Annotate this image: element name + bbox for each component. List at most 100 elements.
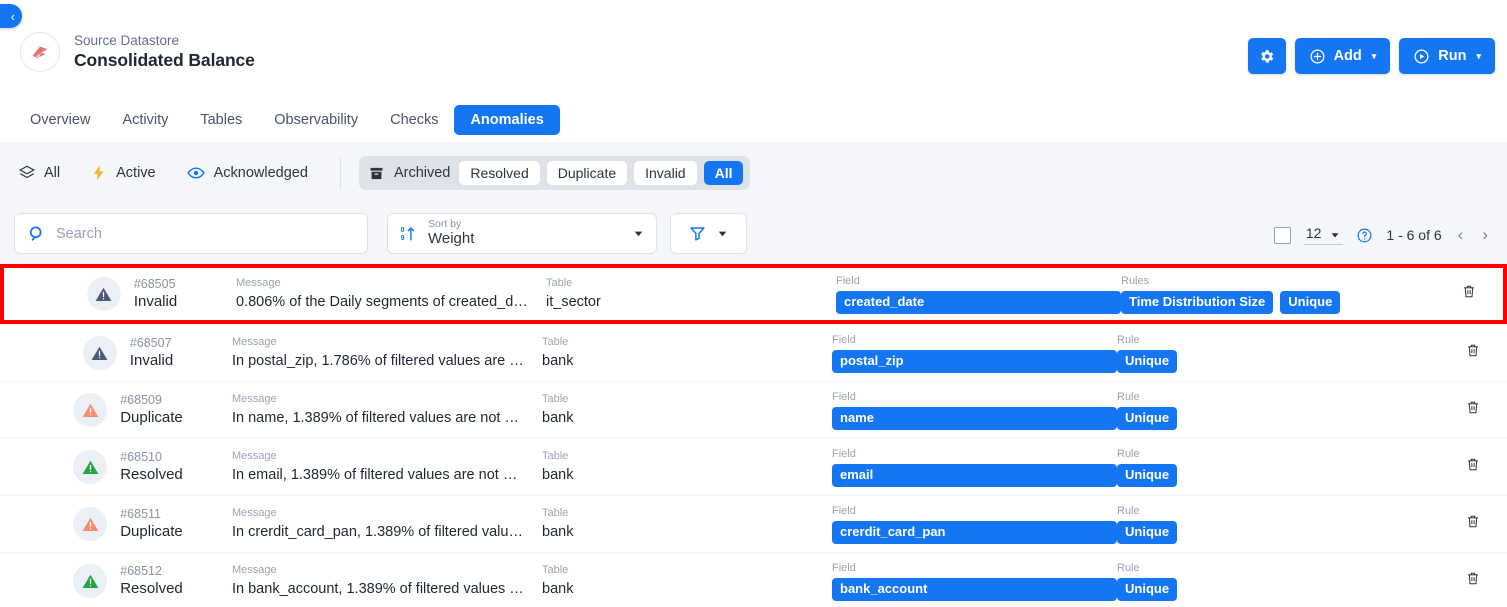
column-label-rule: Rule <box>1117 447 1140 460</box>
field-chip[interactable]: postal_zip <box>832 350 1117 373</box>
status-icon-wrapper <box>86 277 121 311</box>
column-label-rule: Rule <box>1117 333 1140 346</box>
trash-icon <box>1468 344 1478 357</box>
anomaly-status: Duplicate <box>120 409 183 427</box>
tab-tables[interactable]: Tables <box>184 105 258 135</box>
trash-icon <box>1468 458 1478 471</box>
row-message: Message In postal_zip, 1.786% of filtere… <box>232 336 542 370</box>
segment-all[interactable]: All <box>703 161 744 185</box>
anomalies-page: ‹ Source Datastore Consolidated Balance <box>0 0 1507 607</box>
delete-row-button[interactable] <box>1465 343 1481 364</box>
rule-chip[interactable]: Unique <box>1117 464 1178 487</box>
segment-invalid[interactable]: Invalid <box>634 161 697 185</box>
segment-duplicate[interactable]: Duplicate <box>546 161 628 185</box>
message-value: 0.806% of the Daily segments of created_… <box>236 293 528 310</box>
row-status: #68511 Duplicate <box>0 506 232 542</box>
tab-checks[interactable]: Checks <box>374 105 454 135</box>
row-status: #68505 Invalid <box>4 276 236 312</box>
table-row[interactable]: #68507 Invalid Message In postal_zip, 1.… <box>0 325 1507 382</box>
table-row[interactable]: #68510 Resolved Message In email, 1.389%… <box>0 439 1507 496</box>
column-label-field: Field <box>836 274 860 287</box>
anomaly-status: Resolved <box>120 580 183 598</box>
column-label-table: Table <box>542 563 569 576</box>
anomaly-status: Invalid <box>133 293 178 311</box>
row-field: Field crerdit_card_pan <box>832 505 1117 544</box>
row-status: #68509 Duplicate <box>0 392 232 428</box>
anomaly-id: #68509 <box>120 393 162 408</box>
pagination: 12 1 - 6 of 6 ‹ › <box>1273 225 1491 245</box>
tab-observability[interactable]: Observability <box>258 105 374 135</box>
pagination-range: 1 - 6 of 6 <box>1386 227 1442 243</box>
column-label-field: Field <box>832 504 856 517</box>
delete-row-button[interactable] <box>1465 514 1481 535</box>
row-rules: Rule Unique <box>1117 448 1507 487</box>
primary-tabs: Overview Activity Tables Observability C… <box>0 98 560 142</box>
chevron-down-icon: ▾ <box>1371 50 1377 61</box>
row-status: #68512 Resolved <box>0 563 232 599</box>
rule-chip[interactable]: Time Distribution Size <box>1121 291 1274 314</box>
quick-filter-acknowledged[interactable]: Acknowledged <box>186 163 308 183</box>
tab-overview[interactable]: Overview <box>14 105 106 135</box>
tab-anomalies[interactable]: Anomalies <box>454 105 560 135</box>
rule-chip[interactable]: Unique <box>1117 578 1178 601</box>
chevron-down-icon: ▾ <box>1476 50 1481 61</box>
column-label-message: Message <box>232 392 277 405</box>
column-label-field: Field <box>832 333 856 346</box>
row-status: #68507 Invalid <box>0 335 232 371</box>
column-label-rule: Rule <box>1117 504 1140 517</box>
row-message: Message 0.806% of the Daily segments of … <box>236 277 546 311</box>
field-chip[interactable]: bank_account <box>832 578 1117 601</box>
quick-filter-all[interactable]: All <box>18 164 60 182</box>
quick-filter-active[interactable]: Active <box>90 164 156 182</box>
rule-chip[interactable]: Unique <box>1117 521 1178 544</box>
sort-by-select[interactable]: 0 9 Sort by Weight <box>387 213 657 254</box>
sort-by-value: Weight <box>428 229 475 247</box>
tab-activity[interactable]: Activity <box>106 105 184 135</box>
delete-row-button[interactable] <box>1465 400 1481 421</box>
select-all-checkbox[interactable] <box>1273 226 1291 244</box>
search-input[interactable] <box>56 225 336 242</box>
delete-row-button[interactable] <box>1461 284 1477 305</box>
field-chip[interactable]: created_date <box>836 291 1121 314</box>
field-chip[interactable]: name <box>832 407 1117 430</box>
search-box[interactable] <box>14 213 368 254</box>
delete-row-button[interactable] <box>1465 571 1481 592</box>
column-label-message: Message <box>232 506 277 519</box>
column-label-table: Table <box>546 276 573 289</box>
rule-chip[interactable]: Unique <box>1117 350 1178 373</box>
archived-group-header: Archived <box>366 165 452 182</box>
row-field: Field bank_account <box>832 562 1117 601</box>
page-size-select[interactable]: 12 <box>1303 225 1344 245</box>
filter-button[interactable] <box>670 213 747 254</box>
column-label-rules: Rules <box>1121 274 1150 287</box>
rule-chip[interactable]: Unique <box>1280 291 1341 314</box>
warning-triangle-icon <box>95 287 112 301</box>
table-row[interactable]: #68511 Duplicate Message In crerdit_card… <box>0 496 1507 553</box>
table-value: bank <box>542 523 574 540</box>
row-rules: Rule Unique <box>1117 391 1507 430</box>
table-row[interactable]: #68505 Invalid Message 0.806% of the Dai… <box>0 264 1507 324</box>
pagination-prev-button[interactable]: ‹ <box>1455 225 1467 245</box>
field-chip[interactable]: crerdit_card_pan <box>832 521 1117 544</box>
settings-button[interactable] <box>1247 38 1286 74</box>
delete-row-button[interactable] <box>1465 457 1481 478</box>
anomaly-status: Invalid <box>129 352 174 370</box>
column-label-field: Field <box>832 390 856 403</box>
row-message: Message In crerdit_card_pan, 1.389% of f… <box>232 507 542 541</box>
segment-resolved[interactable]: Resolved <box>459 161 540 185</box>
rule-chip[interactable]: Unique <box>1117 407 1178 430</box>
pagination-next-button[interactable]: › <box>1479 225 1491 245</box>
table-value: it_sector <box>546 293 601 310</box>
datastore-logo <box>20 32 60 72</box>
column-label-message: Message <box>232 563 277 576</box>
field-chip[interactable]: email <box>832 464 1117 487</box>
run-button[interactable]: Run ▾ <box>1399 38 1495 74</box>
table-row[interactable]: #68512 Resolved Message In bank_account,… <box>0 553 1507 607</box>
column-label-field: Field <box>832 561 856 574</box>
help-circle-icon[interactable] <box>1356 227 1373 244</box>
column-label-table: Table <box>542 506 569 519</box>
row-table: Table bank <box>542 564 832 598</box>
row-status: #68510 Resolved <box>0 449 232 485</box>
table-row[interactable]: #68509 Duplicate Message In name, 1.389%… <box>0 382 1507 439</box>
add-button[interactable]: Add ▾ <box>1294 38 1391 74</box>
